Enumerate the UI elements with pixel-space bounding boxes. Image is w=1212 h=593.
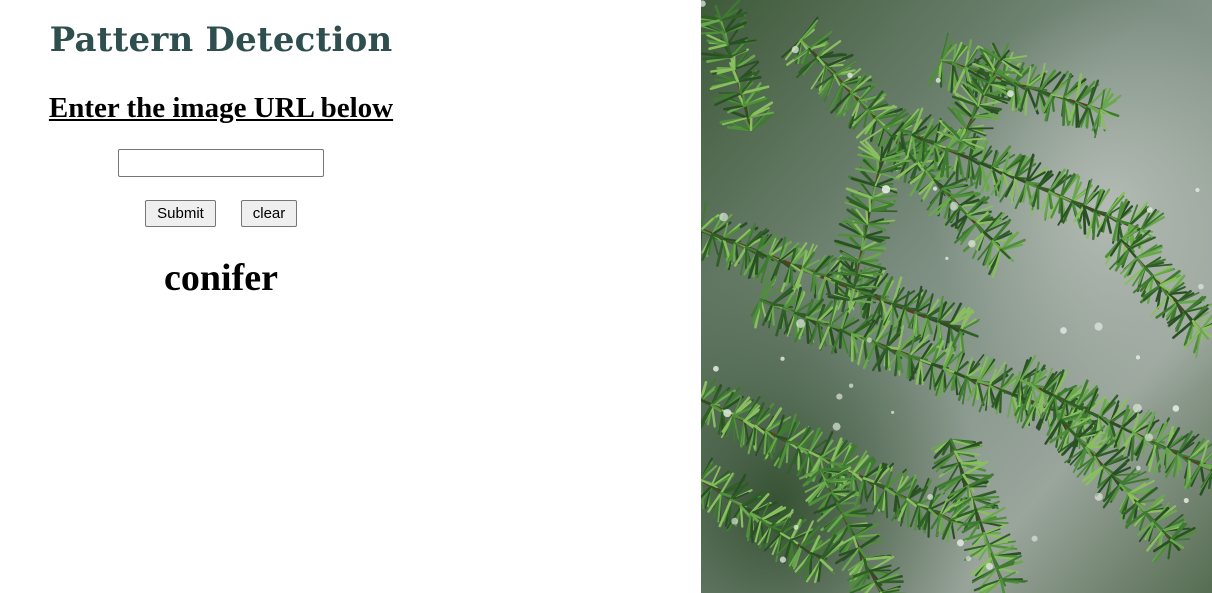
image-url-input[interactable]: [118, 149, 324, 177]
pattern-detection-page: Pattern Detection Enter the image URL be…: [0, 0, 1212, 593]
conifer-branch-image: [701, 0, 1212, 593]
page-title: Pattern Detection: [49, 20, 393, 60]
submit-button[interactable]: Submit: [145, 200, 216, 227]
prediction-result: conifer: [164, 257, 278, 299]
analyzed-image: [701, 0, 1212, 593]
input-panel: Pattern Detection Enter the image URL be…: [0, 0, 442, 593]
url-instruction-heading: Enter the image URL below: [48, 92, 394, 124]
clear-button[interactable]: clear: [241, 200, 297, 227]
